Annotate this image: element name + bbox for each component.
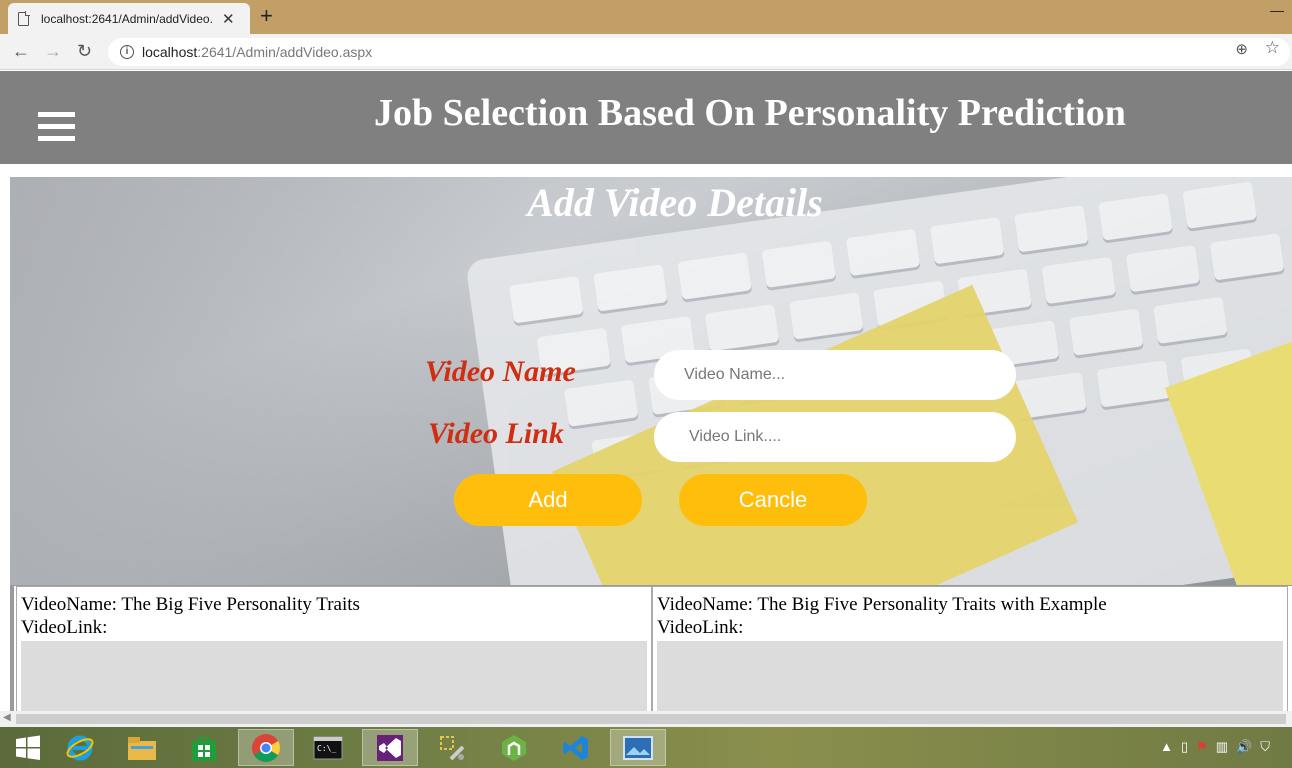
bookmark-star-icon[interactable]: ☆ (1265, 38, 1280, 58)
minimize-icon[interactable]: — (1270, 2, 1284, 18)
browser-toolbar: ← → ↻ i localhost :2641/Admin/addVideo.a… (0, 34, 1292, 70)
internet-explorer-icon[interactable] (52, 729, 108, 766)
file-explorer-icon[interactable] (114, 729, 170, 766)
browser-tab[interactable]: localhost:2641/Admin/addVideo. ✕ (8, 3, 250, 34)
shield-icon[interactable]: ⛉ (1260, 739, 1270, 755)
visual-studio-icon[interactable] (362, 729, 418, 766)
video-name-text: VideoName: The Big Five Personality Trai… (657, 594, 1107, 615)
site-header: Job Selection Based On Personality Predi… (0, 71, 1292, 164)
device-icon[interactable]: ▯ (1181, 739, 1188, 755)
show-hidden-icons-icon[interactable]: ▲ (1160, 739, 1173, 755)
scrollbar-thumb[interactable] (16, 714, 1286, 724)
new-tab-button[interactable]: + (260, 5, 273, 27)
hamburger-menu-icon[interactable] (38, 112, 75, 145)
back-arrow-icon[interactable]: ← (12, 41, 30, 61)
vscode-icon[interactable] (548, 729, 604, 766)
store-icon[interactable] (176, 729, 232, 766)
tools-icon[interactable] (424, 729, 480, 766)
url-path: :2641/Admin/addVideo.aspx (197, 44, 373, 60)
command-prompt-icon[interactable]: C:\_ (300, 729, 356, 766)
video-name-label: Video Name (425, 355, 576, 388)
svg-text:C:\_: C:\_ (317, 744, 336, 753)
video-player[interactable] (657, 641, 1283, 721)
tab-close-icon[interactable]: ✕ (222, 10, 235, 28)
windows-start-icon[interactable] (0, 729, 56, 766)
taskbar: C:\_ ▲ ▯ ⚑ ▥ 🔊 ⛉ (0, 727, 1292, 768)
tab-title: localhost:2641/Admin/addVideo. (41, 11, 213, 26)
flag-icon[interactable]: ⚑ (1196, 739, 1208, 755)
video-item: VideoName: The Big Five Personality Trai… (652, 586, 1288, 721)
video-name-input[interactable] (654, 350, 1016, 400)
page-icon (18, 10, 30, 26)
add-button[interactable]: Add (454, 474, 642, 526)
reload-icon[interactable]: ↻ (77, 41, 92, 61)
cancel-button[interactable]: Cancle (679, 474, 867, 526)
video-item: VideoName: The Big Five Personality Trai… (16, 586, 652, 721)
video-name-text: VideoName: The Big Five Personality Trai… (21, 594, 360, 615)
info-icon[interactable]: i (120, 45, 134, 59)
volume-icon[interactable]: 🔊 (1236, 739, 1252, 755)
browser-tabstrip: localhost:2641/Admin/addVideo. ✕ + — (0, 0, 1292, 34)
photos-icon[interactable] (610, 729, 666, 766)
forward-arrow-icon[interactable]: → (44, 41, 62, 61)
video-player[interactable] (21, 641, 647, 721)
horizontal-scrollbar[interactable]: ◀ (0, 711, 1292, 727)
android-studio-icon[interactable] (486, 729, 542, 766)
zoom-icon[interactable]: ⊕ (1235, 40, 1248, 58)
site-title: Job Selection Based On Personality Predi… (374, 92, 1126, 134)
chrome-icon[interactable] (238, 729, 294, 766)
video-link-text: VideoLink: (21, 617, 108, 638)
scroll-left-arrow-icon[interactable]: ◀ (3, 712, 11, 723)
video-link-input[interactable] (654, 412, 1016, 462)
form-title: Add Video Details (527, 180, 823, 225)
video-link-label: Video Link (428, 417, 564, 450)
network-icon[interactable]: ▥ (1216, 739, 1228, 755)
video-list: VideoName: The Big Five Personality Trai… (10, 585, 1292, 721)
system-tray: ▲ ▯ ⚑ ▥ 🔊 ⛉ (1160, 739, 1270, 755)
hero-panel: Add Video Details Video Name Video Link … (10, 177, 1292, 585)
url-host: localhost (142, 44, 198, 60)
video-link-text: VideoLink: (657, 617, 744, 638)
address-bar[interactable]: i localhost :2641/Admin/addVideo.aspx (108, 38, 1290, 66)
